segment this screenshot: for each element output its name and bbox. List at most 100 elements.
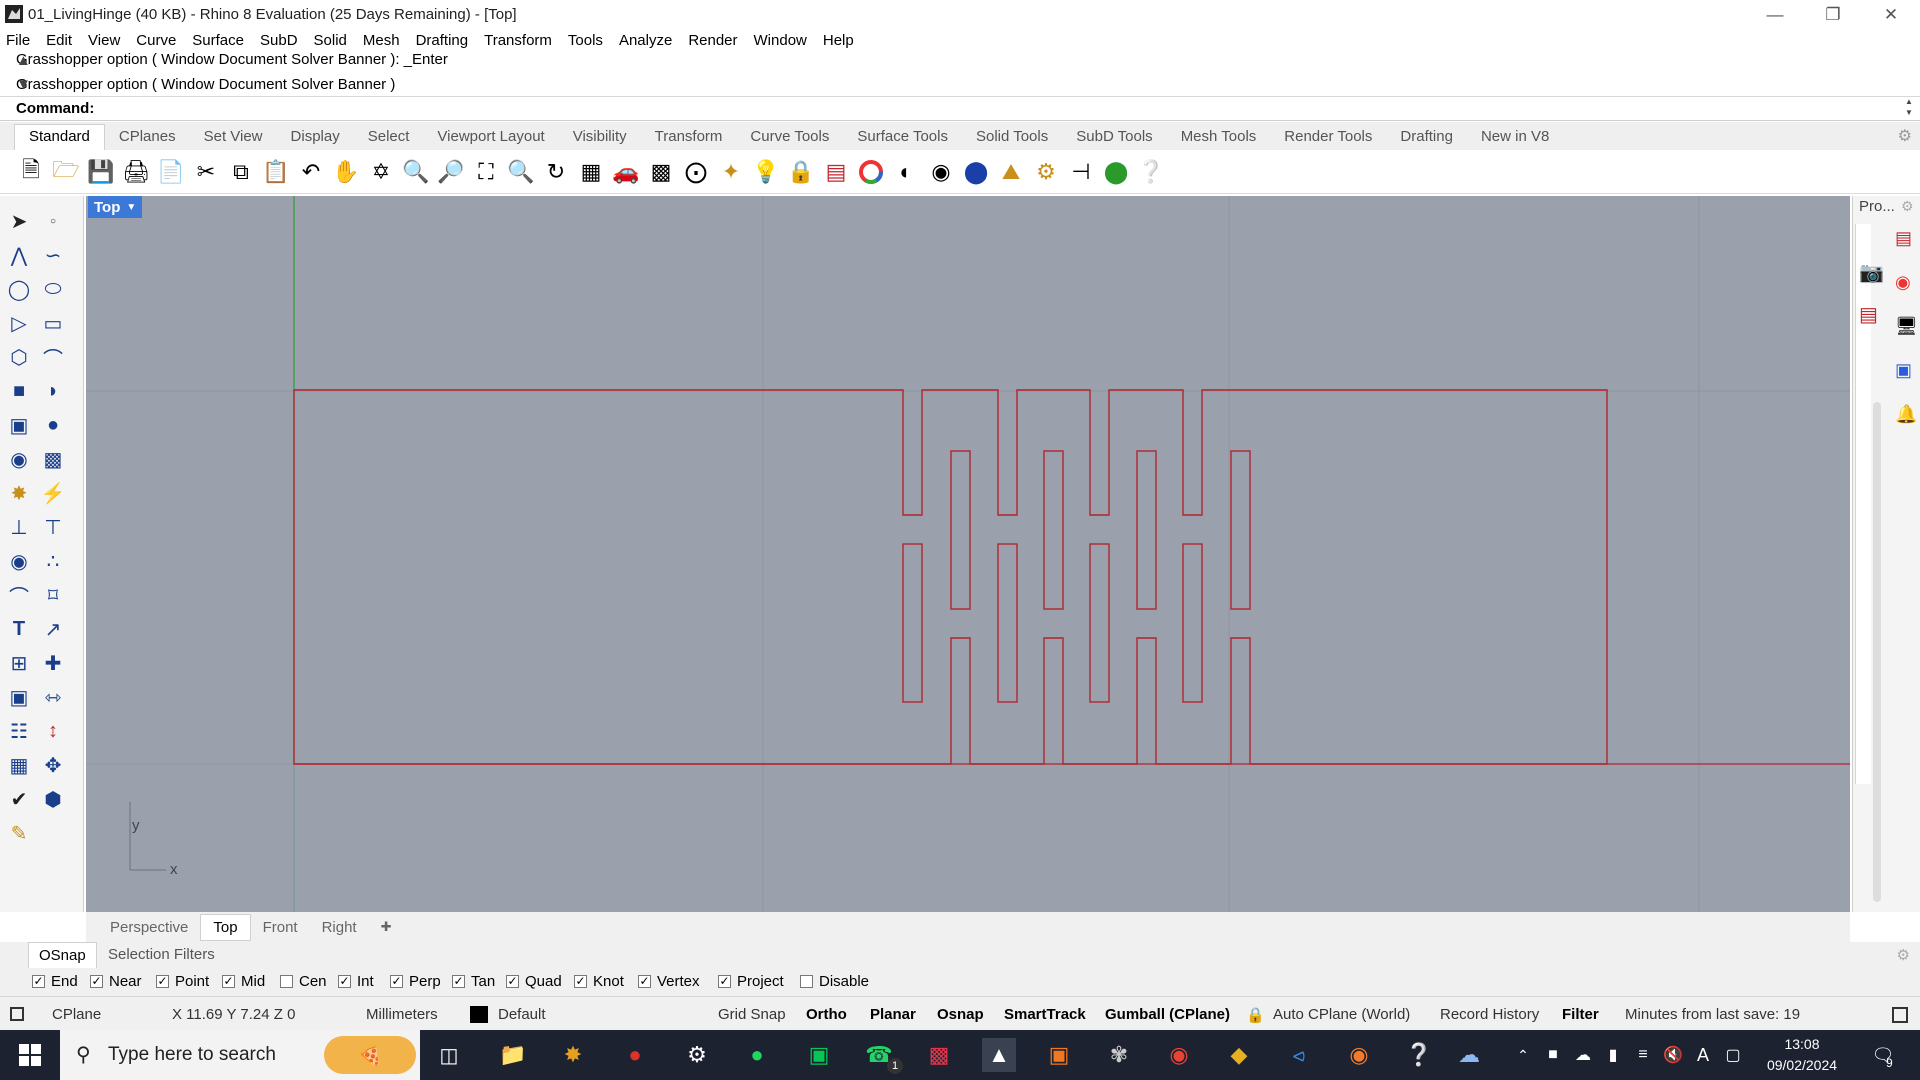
cylinder-icon[interactable]: ◉ [4,444,34,474]
battery-icon[interactable]: ▮ [1596,1038,1630,1072]
tab-top[interactable]: Top [200,913,251,941]
close-button[interactable]: ✕ [1862,0,1920,29]
copy-icon[interactable]: ⧉ [226,157,256,187]
checkbox-checked[interactable]: ✓ [574,975,587,988]
osnap-gear-icon[interactable]: ⚙ [1897,946,1910,964]
tab-right[interactable]: Right [310,915,369,940]
tab-surface-tools[interactable]: Surface Tools [843,124,962,150]
grid-plane-icon[interactable]: ▩ [646,157,676,187]
menu-edit[interactable]: Edit [46,32,72,49]
restore-button[interactable]: ❐ [1804,0,1862,29]
light-bulb-icon[interactable]: 💡 [751,157,781,187]
layer-color-swatch[interactable] [470,1006,488,1023]
taskbar-search[interactable]: ⚲ Type here to search 🍕 [60,1030,420,1080]
curve-icon[interactable]: ∽ [38,240,68,270]
wifi-icon[interactable]: ≡ [1626,1038,1660,1072]
camera-icon[interactable]: 📷 [1859,260,1884,285]
viewport-title-tab[interactable]: Top ▼ [88,196,143,218]
save-icon[interactable]: 💾 [86,157,116,187]
boolean-icon[interactable]: ⚡ [38,478,68,508]
render-mesh-icon[interactable]: ⬢ [38,784,68,814]
block-icon[interactable]: ▣ [4,682,34,712]
named-views-tab-icon[interactable]: ▣ [1895,360,1912,381]
language-indicator[interactable]: A [1686,1038,1720,1072]
grasshopper-icon[interactable]: ⬤ [1101,157,1131,187]
osnap-end[interactable]: ✓ End [32,973,78,990]
paste-icon[interactable]: 📋 [261,157,291,187]
notification-icon[interactable]: 🗨 [1866,1038,1900,1072]
checkbox-checked[interactable]: ✓ [718,975,731,988]
select-points-icon[interactable]: ✦ [716,157,746,187]
onedrive-icon[interactable]: ☁ [1452,1038,1486,1072]
offset-icon[interactable]: ⌑ [38,580,68,610]
checkbox-checked[interactable]: ✓ [156,975,169,988]
rotate-view-icon[interactable]: ✡ [366,157,396,187]
add-viewport-icon[interactable]: ✚ [369,915,404,939]
scroll-up-icon[interactable]: ▲ [16,53,31,68]
undo-icon[interactable]: ↶ [296,157,326,187]
osnap-toggle[interactable]: Osnap [937,1006,984,1023]
dimension-icon[interactable]: ⊣ [1066,157,1096,187]
viewport-toggle-icon[interactable] [10,1007,24,1021]
analyze-icon[interactable]: ▦ [4,750,34,780]
surface-icon[interactable]: ■ [4,376,34,406]
cplane-label[interactable]: CPlane [52,1006,101,1023]
volume-muted-icon[interactable]: 🔇 [1656,1038,1690,1072]
open-file-icon[interactable]: 🗁 [51,157,81,187]
checkbox-unchecked[interactable] [800,975,813,988]
loft-icon[interactable]: ◗ [38,376,68,406]
checkbox-checked[interactable]: ✓ [338,975,351,988]
lock-icon[interactable]: 🔒 [786,157,816,187]
fillet-icon[interactable]: ⌒ [4,580,34,610]
print-icon[interactable]: 🖨 [121,157,151,187]
filter-icon[interactable]: ⛰ [996,157,1026,187]
panel-scrollbar[interactable] [1873,402,1881,902]
polygon-icon[interactable]: ⬡ [4,342,34,372]
panel-toggle-icon[interactable] [1892,1007,1908,1023]
osnap-vertex[interactable]: ✓ Vertex [638,973,700,990]
tray-chevron-icon[interactable]: ⌃ [1506,1038,1540,1072]
viewport-canvas[interactable]: y x [86,196,1850,912]
menu-analyze[interactable]: Analyze [619,32,672,49]
menu-transform[interactable]: Transform [484,32,552,49]
text-icon[interactable]: T [4,614,34,644]
dimension-icon[interactable]: ↗ [38,614,68,644]
osnap-cen[interactable]: Cen [280,973,327,990]
osnap-disable[interactable]: Disable [800,973,869,990]
tab-front[interactable]: Front [251,915,310,940]
move-icon[interactable]: ✚ [38,648,68,678]
check-icon[interactable]: ✔ [4,784,34,814]
osnap-perp[interactable]: ✓ Perp [390,973,441,990]
point-icon[interactable]: ○ [38,206,68,236]
tab-solid-tools[interactable]: Solid Tools [962,124,1062,150]
ime-icon[interactable]: ▢ [1716,1038,1750,1072]
new-file-icon[interactable]: 🗎 [16,157,46,187]
units-label[interactable]: Millimeters [366,1006,438,1023]
windows-start-icon[interactable] [13,1038,47,1072]
help-icon[interactable]: ❔ [1136,157,1166,187]
spin-down-icon[interactable]: ▼ [1902,108,1916,118]
options-gear-icon[interactable]: ⚙ [1031,157,1061,187]
tab-curve-tools[interactable]: Curve Tools [736,124,843,150]
ellipse-icon[interactable]: ⬭ [38,274,68,304]
osnap-knot[interactable]: ✓ Knot [574,973,624,990]
properties-tab[interactable]: Pro... [1859,198,1895,215]
audio-app-icon[interactable]: ● [618,1038,652,1072]
tab-mesh-tools[interactable]: Mesh Tools [1167,124,1271,150]
menu-window[interactable]: Window [754,32,807,49]
material-tab-icon[interactable]: ◉ [1895,272,1911,293]
photos-icon[interactable]: ✸ [556,1038,590,1072]
cut-icon[interactable]: ✂ [191,157,221,187]
osnap-near[interactable]: ✓ Near [90,973,142,990]
task-view-icon[interactable]: ◫ [432,1038,466,1072]
notifications-bell-icon[interactable]: 🔔 [1895,404,1917,425]
checkbox-checked[interactable]: ✓ [390,975,403,988]
checkbox-checked[interactable]: ✓ [222,975,235,988]
zoom-selected-icon[interactable]: 🔍 [506,157,536,187]
tab-visibility[interactable]: Visibility [559,124,641,150]
shade-sphere-icon[interactable]: ◐ [891,157,921,187]
polyline-icon[interactable]: ⋀ [4,240,34,270]
export-icon[interactable]: 📄 [156,157,186,187]
zoom-extents-icon[interactable]: ⛶ [471,157,501,187]
explode-icon[interactable]: ✸ [4,478,34,508]
